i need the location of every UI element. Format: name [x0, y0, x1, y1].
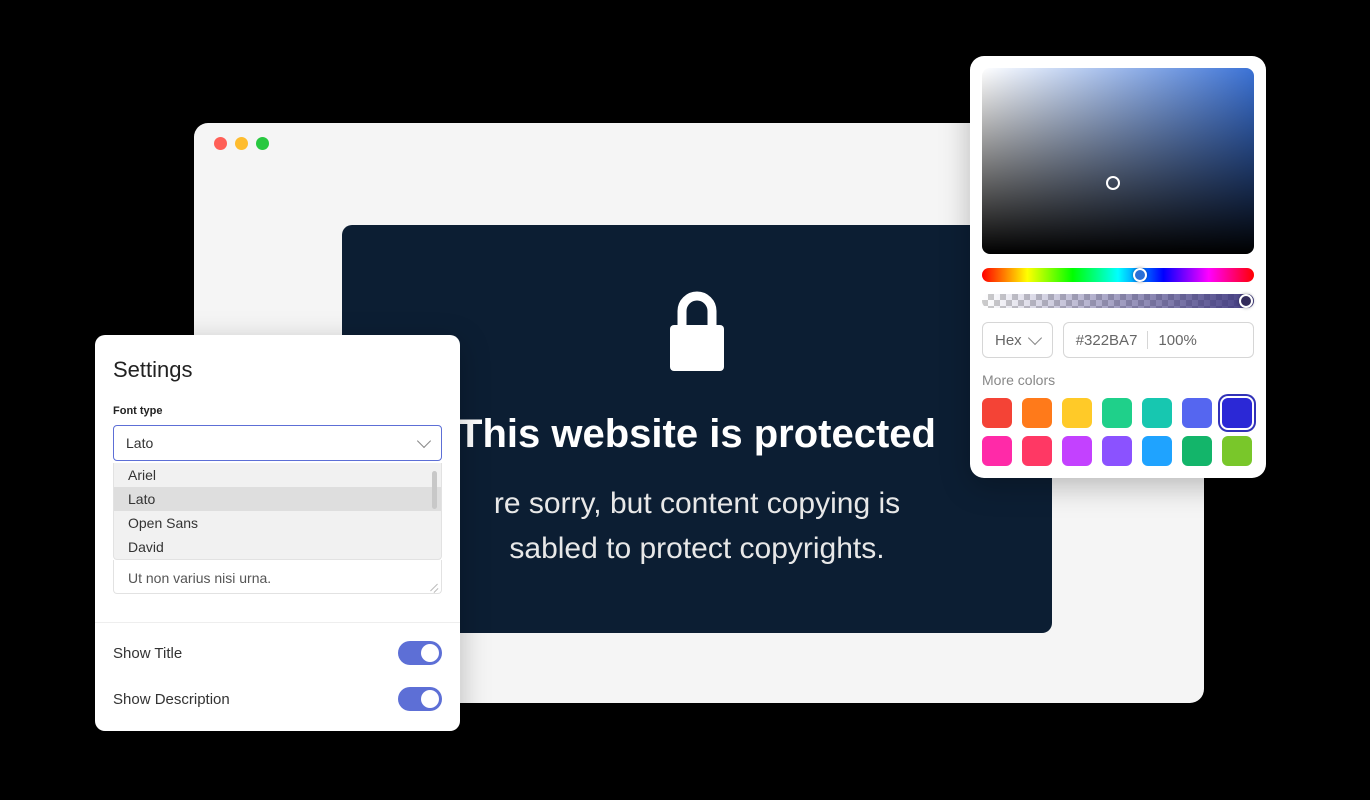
color-swatch[interactable]	[1062, 398, 1092, 428]
color-swatch[interactable]	[1062, 436, 1092, 466]
color-swatch[interactable]	[1182, 436, 1212, 466]
divider	[95, 622, 460, 623]
font-select[interactable]: Lato	[113, 425, 442, 461]
color-picker: Hex #322BA7 100% More colors	[970, 56, 1266, 478]
swatch-grid	[982, 398, 1254, 466]
font-dropdown: Ariel Lato Open Sans David	[113, 463, 442, 560]
hex-input[interactable]: #322BA7 100%	[1063, 322, 1254, 358]
sample-text[interactable]: Ut non varius nisi urna.	[113, 560, 442, 594]
color-swatch[interactable]	[1142, 398, 1172, 428]
banner-title: This website is protected	[458, 412, 936, 457]
color-swatch[interactable]	[1222, 398, 1252, 428]
window-minimize-icon[interactable]	[235, 137, 248, 150]
more-colors-label: More colors	[982, 372, 1254, 388]
divider	[1147, 331, 1148, 349]
dropdown-scrollbar[interactable]	[432, 471, 437, 509]
chevron-down-icon	[1028, 331, 1042, 345]
lock-icon	[662, 287, 732, 382]
resize-handle-icon[interactable]	[429, 581, 439, 591]
color-value-row: Hex #322BA7 100%	[982, 322, 1254, 358]
color-swatch[interactable]	[1022, 436, 1052, 466]
color-format-select[interactable]: Hex	[982, 322, 1053, 358]
alpha-slider[interactable]	[982, 294, 1254, 308]
alpha-cursor[interactable]	[1239, 294, 1253, 308]
font-type-label: Font type	[113, 405, 442, 417]
settings-panel: Settings Font type Lato Ariel Lato Open …	[95, 335, 460, 731]
banner-description: re sorry, but content copying is sabled …	[494, 481, 900, 571]
hue-slider[interactable]	[982, 268, 1254, 282]
window-maximize-icon[interactable]	[256, 137, 269, 150]
font-select-value: Lato	[126, 435, 153, 451]
color-swatch[interactable]	[1022, 398, 1052, 428]
font-option[interactable]: Open Sans	[114, 511, 441, 535]
window-close-icon[interactable]	[214, 137, 227, 150]
hex-value: #322BA7	[1076, 332, 1138, 349]
saturation-field[interactable]	[982, 68, 1254, 254]
show-description-toggle[interactable]	[398, 687, 442, 711]
font-option[interactable]: Lato	[114, 487, 441, 511]
toggle-row-show-title: Show Title	[113, 641, 442, 665]
chevron-down-icon	[417, 434, 431, 448]
color-swatch[interactable]	[1142, 436, 1172, 466]
color-swatch[interactable]	[982, 436, 1012, 466]
color-swatch[interactable]	[1222, 436, 1252, 466]
color-swatch[interactable]	[1182, 398, 1212, 428]
color-swatch[interactable]	[982, 398, 1012, 428]
toggle-label: Show Description	[113, 691, 230, 708]
toggle-label: Show Title	[113, 645, 182, 662]
alpha-value: 100%	[1158, 332, 1196, 349]
saturation-cursor[interactable]	[1106, 176, 1120, 190]
color-swatch[interactable]	[1102, 436, 1132, 466]
hue-cursor[interactable]	[1133, 268, 1147, 282]
settings-title: Settings	[113, 357, 442, 383]
show-title-toggle[interactable]	[398, 641, 442, 665]
font-option[interactable]: David	[114, 535, 441, 559]
font-option[interactable]: Ariel	[114, 463, 441, 487]
color-swatch[interactable]	[1102, 398, 1132, 428]
toggle-row-show-description: Show Description	[113, 687, 442, 711]
